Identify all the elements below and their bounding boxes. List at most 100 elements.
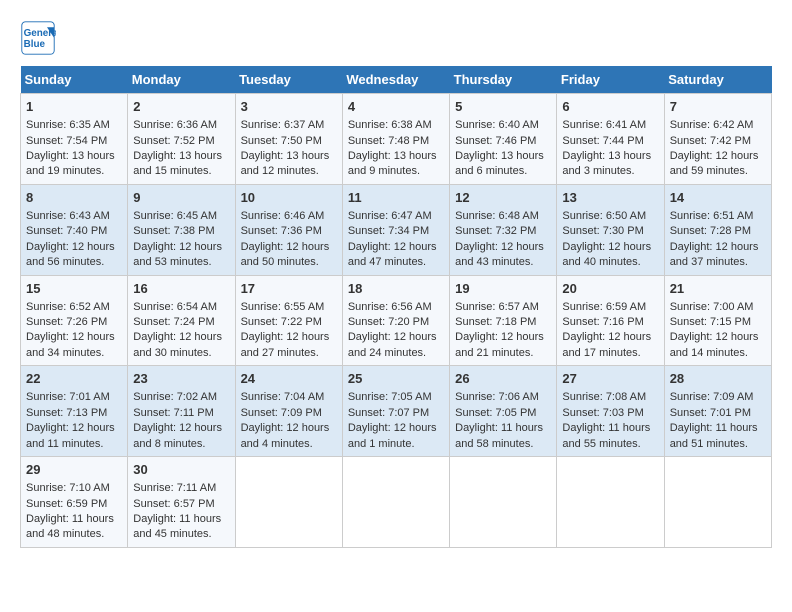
day-cell-24: 24 Sunrise: 7:04 AM Sunset: 7:09 PM Dayl… [235,366,342,457]
sunrise-16: Sunrise: 6:54 AM [133,301,217,313]
day-cell-4: 4 Sunrise: 6:38 AM Sunset: 7:48 PM Dayli… [342,94,449,185]
daylight-9: Daylight: 12 hours and 53 minutes. [133,241,222,268]
week-row: 15 Sunrise: 6:52 AM Sunset: 7:26 PM Dayl… [21,275,772,366]
day-number-8: 8 [26,189,122,207]
day-cell-3: 3 Sunrise: 6:37 AM Sunset: 7:50 PM Dayli… [235,94,342,185]
daylight-7: Daylight: 12 hours and 59 minutes. [670,150,759,177]
daylight-29: Daylight: 11 hours and 48 minutes. [26,513,114,540]
day-cell-21: 21 Sunrise: 7:00 AM Sunset: 7:15 PM Dayl… [664,275,771,366]
sunset-2: Sunset: 7:52 PM [133,135,214,147]
daylight-3: Daylight: 13 hours and 12 minutes. [241,150,330,177]
header-monday: Monday [128,66,235,94]
empty-cell [664,457,771,548]
day-cell-9: 9 Sunrise: 6:45 AM Sunset: 7:38 PM Dayli… [128,184,235,275]
day-cell-18: 18 Sunrise: 6:56 AM Sunset: 7:20 PM Dayl… [342,275,449,366]
sunset-21: Sunset: 7:15 PM [670,316,751,328]
day-number-2: 2 [133,98,229,116]
sunrise-15: Sunrise: 6:52 AM [26,301,110,313]
daylight-15: Daylight: 12 hours and 34 minutes. [26,331,115,358]
daylight-21: Daylight: 12 hours and 14 minutes. [670,331,759,358]
sunset-30: Sunset: 6:57 PM [133,498,214,510]
sunrise-8: Sunrise: 6:43 AM [26,210,110,222]
day-number-19: 19 [455,280,551,298]
day-number-17: 17 [241,280,337,298]
day-cell-19: 19 Sunrise: 6:57 AM Sunset: 7:18 PM Dayl… [450,275,557,366]
sunrise-3: Sunrise: 6:37 AM [241,119,325,131]
day-number-18: 18 [348,280,444,298]
daylight-12: Daylight: 12 hours and 43 minutes. [455,241,544,268]
sunset-23: Sunset: 7:11 PM [133,407,214,419]
logo-icon: General Blue [20,20,56,56]
sunrise-17: Sunrise: 6:55 AM [241,301,325,313]
week-row: 8 Sunrise: 6:43 AM Sunset: 7:40 PM Dayli… [21,184,772,275]
sunset-16: Sunset: 7:24 PM [133,316,214,328]
sunset-15: Sunset: 7:26 PM [26,316,107,328]
daylight-13: Daylight: 12 hours and 40 minutes. [562,241,651,268]
day-cell-29: 29 Sunrise: 7:10 AM Sunset: 6:59 PM Dayl… [21,457,128,548]
sunset-22: Sunset: 7:13 PM [26,407,107,419]
sunrise-4: Sunrise: 6:38 AM [348,119,432,131]
sunrise-27: Sunrise: 7:08 AM [562,391,646,403]
day-number-6: 6 [562,98,658,116]
sunrise-20: Sunrise: 6:59 AM [562,301,646,313]
sunset-1: Sunset: 7:54 PM [26,135,107,147]
page-header: General Blue [20,20,772,56]
sunset-18: Sunset: 7:20 PM [348,316,429,328]
day-number-14: 14 [670,189,766,207]
day-number-27: 27 [562,370,658,388]
day-cell-10: 10 Sunrise: 6:46 AM Sunset: 7:36 PM Dayl… [235,184,342,275]
header-sunday: Sunday [21,66,128,94]
daylight-24: Daylight: 12 hours and 4 minutes. [241,422,330,449]
daylight-26: Daylight: 11 hours and 58 minutes. [455,422,543,449]
day-number-12: 12 [455,189,551,207]
day-cell-15: 15 Sunrise: 6:52 AM Sunset: 7:26 PM Dayl… [21,275,128,366]
calendar-table: Sunday Monday Tuesday Wednesday Thursday… [20,66,772,548]
header-thursday: Thursday [450,66,557,94]
logo: General Blue [20,20,62,56]
sunrise-30: Sunrise: 7:11 AM [133,482,216,494]
daylight-4: Daylight: 13 hours and 9 minutes. [348,150,437,177]
sunrise-25: Sunrise: 7:05 AM [348,391,432,403]
day-cell-17: 17 Sunrise: 6:55 AM Sunset: 7:22 PM Dayl… [235,275,342,366]
day-cell-20: 20 Sunrise: 6:59 AM Sunset: 7:16 PM Dayl… [557,275,664,366]
sunset-19: Sunset: 7:18 PM [455,316,536,328]
sunrise-13: Sunrise: 6:50 AM [562,210,646,222]
day-cell-5: 5 Sunrise: 6:40 AM Sunset: 7:46 PM Dayli… [450,94,557,185]
week-row-1: 1 Sunrise: 6:35 AM Sunset: 7:54 PM Dayli… [21,94,772,185]
empty-cell [342,457,449,548]
daylight-28: Daylight: 11 hours and 51 minutes. [670,422,758,449]
day-cell-7: 7 Sunrise: 6:42 AM Sunset: 7:42 PM Dayli… [664,94,771,185]
sunrise-28: Sunrise: 7:09 AM [670,391,754,403]
daylight-16: Daylight: 12 hours and 30 minutes. [133,331,222,358]
sunset-3: Sunset: 7:50 PM [241,135,322,147]
header-saturday: Saturday [664,66,771,94]
sunset-12: Sunset: 7:32 PM [455,225,536,237]
day-number-1: 1 [26,98,122,116]
day-number-26: 26 [455,370,551,388]
sunset-17: Sunset: 7:22 PM [241,316,322,328]
day-number-5: 5 [455,98,551,116]
day-number-16: 16 [133,280,229,298]
sunset-26: Sunset: 7:05 PM [455,407,536,419]
day-number-30: 30 [133,461,229,479]
sunrise-18: Sunrise: 6:56 AM [348,301,432,313]
svg-text:Blue: Blue [24,39,46,50]
day-number-28: 28 [670,370,766,388]
daylight-19: Daylight: 12 hours and 21 minutes. [455,331,544,358]
sunrise-23: Sunrise: 7:02 AM [133,391,217,403]
sunset-7: Sunset: 7:42 PM [670,135,751,147]
daylight-2: Daylight: 13 hours and 15 minutes. [133,150,222,177]
sunrise-26: Sunrise: 7:06 AM [455,391,539,403]
day-cell-25: 25 Sunrise: 7:05 AM Sunset: 7:07 PM Dayl… [342,366,449,457]
sunrise-5: Sunrise: 6:40 AM [455,119,539,131]
sunset-9: Sunset: 7:38 PM [133,225,214,237]
daylight-11: Daylight: 12 hours and 47 minutes. [348,241,437,268]
day-number-11: 11 [348,189,444,207]
header-friday: Friday [557,66,664,94]
weekday-header-row: Sunday Monday Tuesday Wednesday Thursday… [21,66,772,94]
sunset-29: Sunset: 6:59 PM [26,498,107,510]
day-number-20: 20 [562,280,658,298]
week-row: 22 Sunrise: 7:01 AM Sunset: 7:13 PM Dayl… [21,366,772,457]
day-number-22: 22 [26,370,122,388]
day-cell-26: 26 Sunrise: 7:06 AM Sunset: 7:05 PM Dayl… [450,366,557,457]
